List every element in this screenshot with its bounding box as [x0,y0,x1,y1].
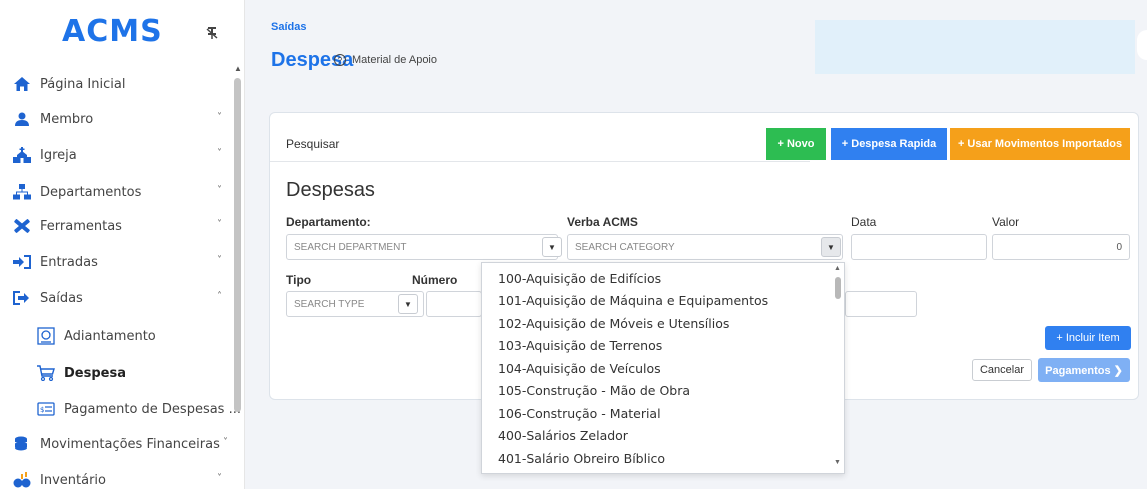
category-dropdown-list[interactable]: 100-Aquisição de Edifícios 101-Aquisição… [481,262,845,474]
sidebar-scroll-up[interactable]: ▲ [234,64,242,73]
help-link[interactable]: ? Material de Apoio [334,54,437,66]
tools-icon [12,216,32,236]
cart-icon [36,363,56,383]
data-field[interactable] [851,234,987,260]
sidebar: ACMS Página Inicial Membro ˅ Igreja ˅ De… [0,0,245,489]
divider [270,161,810,162]
chevron-up-icon: ˄ [217,291,222,302]
unpin-icon[interactable] [205,26,219,40]
sign-in-icon [12,252,32,272]
receipt-icon [36,326,56,346]
list-item[interactable]: 105-Construção - Mão de Obra [498,383,690,398]
app-logo[interactable]: ACMS [62,14,163,49]
sidebar-item-label: Despesa [64,365,126,381]
help-label: Material de Apoio [352,54,437,66]
novo-button[interactable]: + Novo [766,128,826,160]
sidebar-item-inventario[interactable]: Inventário ˅ [12,468,222,489]
sidebar-item-ferramentas[interactable]: Ferramentas ˅ [12,214,222,238]
sidebar-item-label: Inventário [40,472,106,488]
numero-field[interactable] [426,291,482,317]
sidebar-item-label: Departamentos [40,184,142,200]
usar-movimentos-importados-button[interactable]: + Usar Movimentos Importados [950,128,1130,160]
home-icon [12,74,32,94]
valor-field[interactable]: 0 [992,234,1130,260]
coins-icon [12,434,32,454]
numero-label: Número [412,273,458,287]
dropdown-scrollbar[interactable] [835,277,841,299]
incluir-item-button[interactable]: + Incluir Item [1045,326,1131,350]
list-item[interactable]: 106-Construção - Material [498,406,661,421]
sidebar-item-label: Adiantamento [64,328,156,344]
list-item[interactable]: 401-Salário Obreiro Bíblico [498,451,665,466]
sidebar-item-saidas[interactable]: Saídas ˄ [12,286,222,310]
sidebar-item-entradas[interactable]: Entradas ˅ [12,250,222,274]
money-bill-icon: $ [36,399,56,419]
tab-pesquisar[interactable]: Pesquisar [286,137,339,151]
chevron-down-icon[interactable]: ▼ [542,237,562,257]
person-icon [12,109,32,129]
sidebar-item-adiantamento[interactable]: Adiantamento [36,324,246,348]
despesa-rapida-button[interactable]: + Despesa Rapida [831,128,947,160]
inventory-icon [12,470,32,489]
list-item[interactable]: 103-Aquisição de Terrenos [498,338,662,353]
pagamentos-button[interactable]: Pagamentos ❯ [1038,358,1130,382]
list-item[interactable]: 102-Aquisição de Móveis e Utensílios [498,316,729,331]
sidebar-item-label: Igreja [40,147,77,163]
sidebar-item-label: Membro [40,111,94,127]
cancelar-button[interactable]: Cancelar [972,359,1032,381]
question-circle-icon: ? [334,54,346,66]
sidebar-item-movimentacoes-financeiras[interactable]: Movimentações Financeiras ˅ [12,432,234,456]
breadcrumb[interactable]: Saídas [271,21,306,33]
dropdown-scroll-down[interactable]: ▼ [834,459,841,466]
extra-field[interactable] [845,291,917,317]
chevron-down-icon: ˅ [217,255,222,266]
tipo-label: Tipo [286,273,312,287]
banner-edge [1137,30,1147,60]
chevron-down-icon[interactable]: ▼ [398,294,418,314]
list-item[interactable]: 400-Salários Zelador [498,428,628,443]
dropdown-scroll-up[interactable]: ▲ [834,265,841,272]
chevron-down-icon: ˅ [217,112,222,123]
chevron-down-icon: ˅ [217,219,222,230]
sidebar-item-label: Entradas [40,254,98,270]
sidebar-item-pagamento-de-despesas[interactable]: $ Pagamento de Despesas ... [36,397,246,421]
verba-acms-label: Verba ACMS [567,215,638,229]
sidebar-item-label: Movimentações Financeiras [40,436,220,452]
info-banner [815,20,1135,74]
sidebar-item-label: Página Inicial [40,76,126,92]
list-item[interactable]: 100-Aquisição de Edifícios [498,271,661,286]
data-label: Data [851,215,877,229]
chevron-down-icon: ˅ [217,148,222,159]
sidebar-item-label: Saídas [40,290,83,306]
list-item[interactable]: 101-Aquisição de Máquina e Equipamentos [498,293,768,308]
chevron-down-icon: ˅ [217,473,222,484]
sidebar-scrollbar[interactable] [234,78,241,412]
church-icon [12,145,32,165]
sidebar-item-igreja[interactable]: Igreja ˅ [12,143,222,167]
sidebar-item-label: Ferramentas [40,218,122,234]
departamento-label: Departamento: [286,215,371,229]
sign-out-icon [12,288,32,308]
svg-text:$: $ [40,406,44,414]
chevron-down-icon: ˅ [223,437,228,448]
sidebar-item-pagina-inicial[interactable]: Página Inicial [12,72,222,96]
sidebar-item-membro[interactable]: Membro ˅ [12,107,222,131]
valor-label: Valor [992,215,1020,229]
verba-acms-field[interactable]: SEARCH CATEGORY [567,234,843,260]
section-title: Despesas [286,179,375,201]
list-item[interactable]: 104-Aquisição de Veículos [498,361,661,376]
sitemap-icon [12,182,32,202]
sidebar-item-despesa[interactable]: Despesa [36,361,246,385]
departamento-field[interactable]: SEARCH DEPARTMENT [286,234,558,260]
sidebar-item-departamentos[interactable]: Departamentos ˅ [12,180,222,204]
chevron-down-icon: ˅ [217,185,222,196]
chevron-down-icon[interactable]: ▼ [821,237,841,257]
sidebar-item-label: Pagamento de Despesas ... [64,401,241,417]
